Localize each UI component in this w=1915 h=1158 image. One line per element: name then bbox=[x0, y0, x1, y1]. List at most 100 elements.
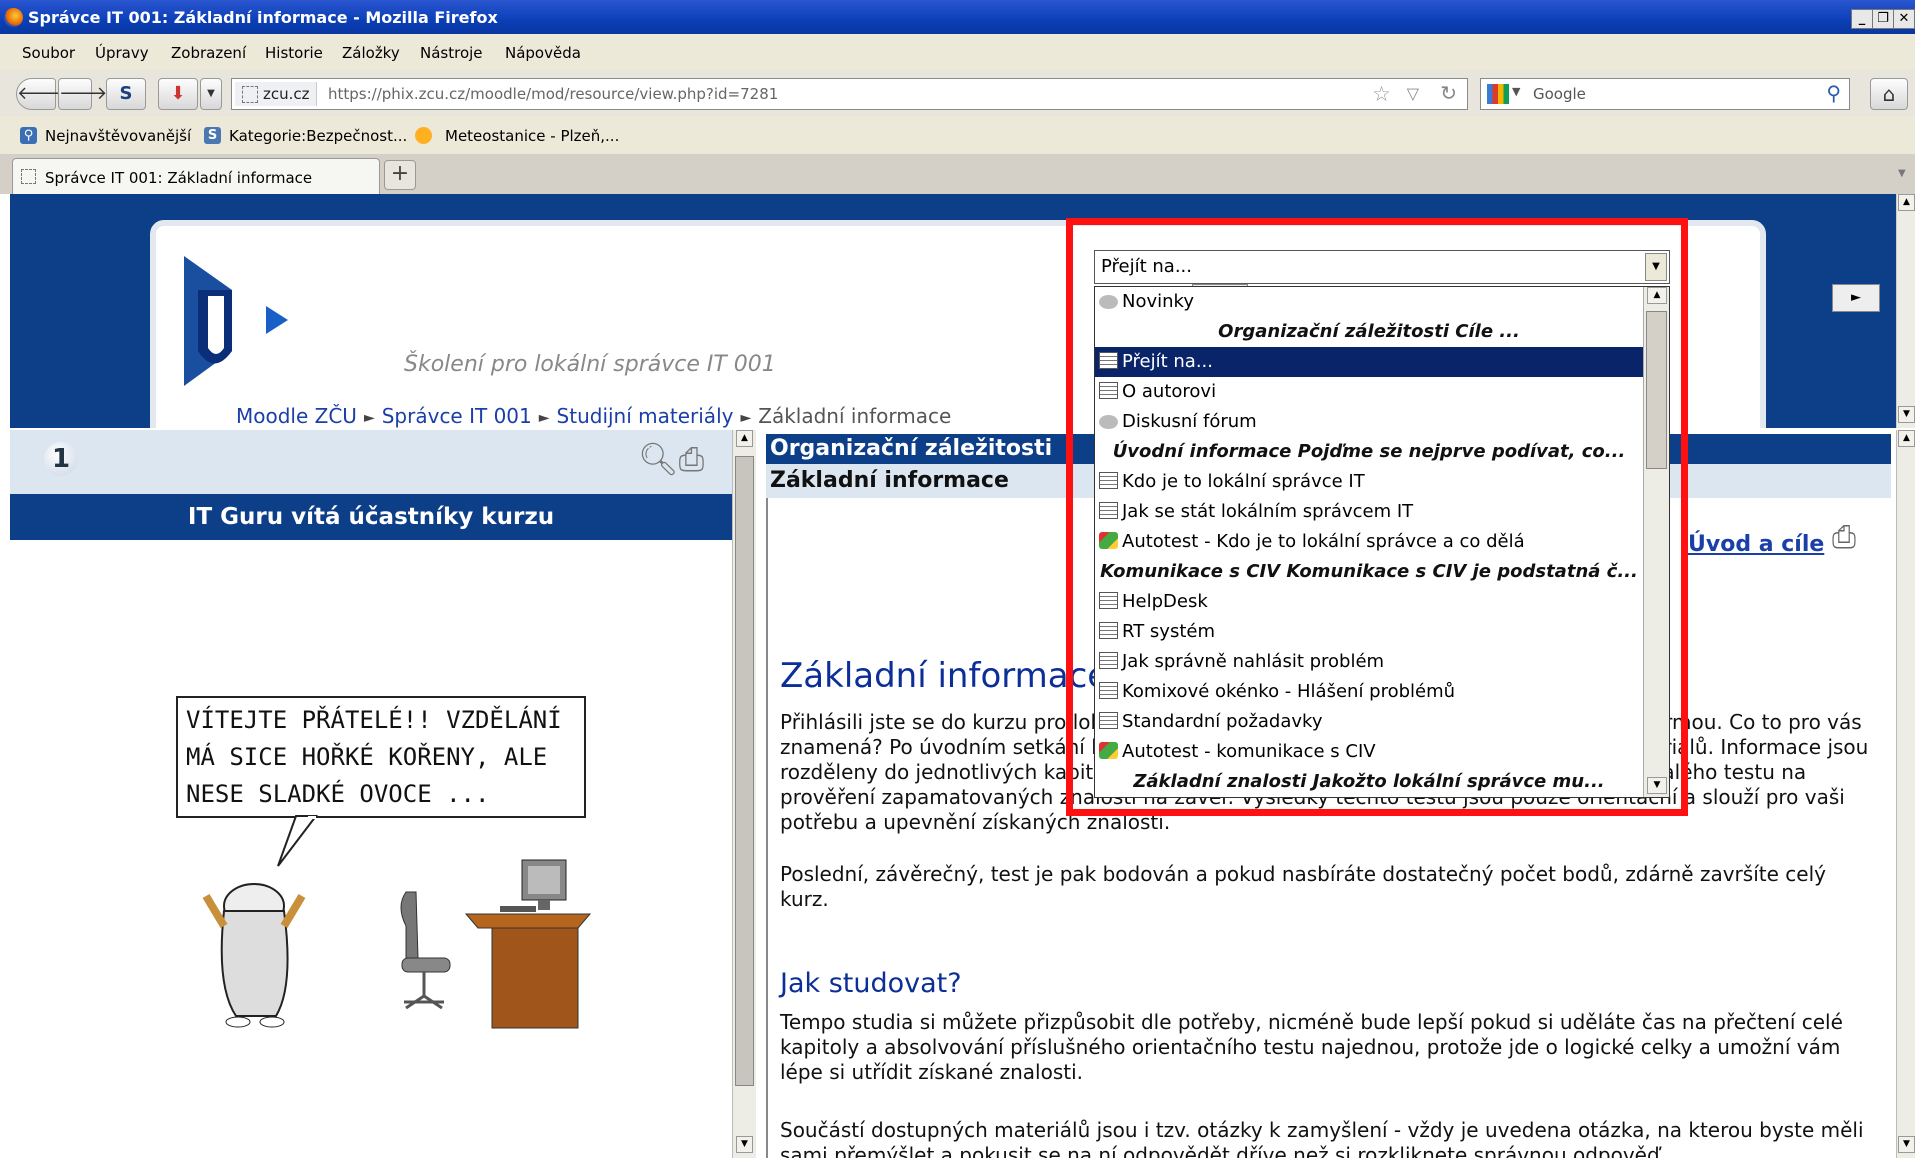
scroll-up-icon[interactable]: ▲ bbox=[736, 430, 753, 447]
menu-bar: Soubor Úpravy Zobrazení Historie Záložky… bbox=[0, 34, 1915, 70]
jump-to-selected-value: Přejít na... bbox=[1101, 256, 1193, 277]
tab-label: Správce IT 001: Základní informace bbox=[45, 169, 313, 187]
dropdown-option[interactable]: Jak správně nahlásit problém bbox=[1095, 647, 1643, 677]
sun-icon bbox=[415, 127, 432, 144]
google-logo-icon[interactable] bbox=[1487, 84, 1509, 104]
bookmark-meteostanice[interactable]: Meteostanice - Plzeň,... bbox=[445, 127, 619, 145]
scroll-up-icon[interactable]: ▲ bbox=[1898, 194, 1915, 211]
page-favicon-icon bbox=[21, 169, 36, 184]
dropdown-section-header: Základní znalosti Jakožto lokální správc… bbox=[1095, 767, 1643, 797]
zcu-logo-icon bbox=[184, 256, 288, 386]
questions-paragraph: Součástí dostupných materiálů jsou i tzv… bbox=[780, 1118, 1864, 1158]
dropdown-option[interactable]: Kdo je to lokální správce IT bbox=[1095, 467, 1643, 497]
block-number: 1 bbox=[44, 442, 78, 476]
dropdown-scrollbar[interactable]: ▲ ▼ bbox=[1643, 287, 1669, 797]
menu-historie[interactable]: Historie bbox=[265, 44, 323, 62]
page-icon bbox=[1099, 352, 1118, 369]
url-bar[interactable]: zcu.cz https://phix.zcu.cz/moodle/mod/re… bbox=[231, 78, 1468, 110]
welcome-comic: VÍTEJTE PŘÁTELÉ!! VZDĚLÁNÍ MÁ SICE HOŘKÉ… bbox=[166, 696, 592, 1036]
dropdown-option-label: O autorovi bbox=[1122, 381, 1217, 402]
menu-nastroje[interactable]: Nástroje bbox=[420, 44, 483, 62]
menu-napoveda[interactable]: Nápověda bbox=[505, 44, 581, 62]
search-placeholder[interactable]: Google bbox=[1533, 85, 1586, 103]
breadcrumb-course[interactable]: Správce IT 001 bbox=[382, 404, 532, 428]
welcome-heading: IT Guru vítá účastníky kurzu bbox=[10, 494, 732, 540]
dropdown-option[interactable]: Novinky bbox=[1095, 287, 1643, 317]
menu-upravy[interactable]: Úpravy bbox=[95, 44, 149, 62]
breadcrumb-moodle[interactable]: Moodle ZČU bbox=[236, 404, 357, 428]
tab-list-icon[interactable]: ▼ bbox=[1898, 168, 1906, 179]
next-activity-button[interactable]: ► bbox=[1832, 284, 1880, 312]
firefox-icon bbox=[4, 8, 23, 27]
download-dropdown[interactable]: ▼ bbox=[200, 78, 222, 110]
menu-soubor[interactable]: Soubor bbox=[22, 44, 75, 62]
minimize-button[interactable]: _ bbox=[1851, 9, 1873, 29]
dropdown-option[interactable]: Diskusní fórum bbox=[1095, 407, 1643, 437]
scroll-down-icon[interactable]: ▼ bbox=[736, 1136, 753, 1153]
back-button[interactable]: 🡐 bbox=[16, 78, 65, 110]
heading-how-to-study: Jak studovat? bbox=[780, 968, 962, 999]
dropdown-option[interactable]: Autotest - komunikace s CIV bbox=[1095, 737, 1643, 767]
breadcrumb-separator-icon: ► bbox=[538, 410, 550, 426]
dropdown-section-header: Komunikace s CIV Komunikace s CIV je pod… bbox=[1095, 557, 1643, 587]
menu-zobrazeni[interactable]: Zobrazení bbox=[171, 44, 246, 62]
new-tab-button[interactable]: + bbox=[384, 160, 416, 190]
scrollbar-thumb[interactable] bbox=[1646, 311, 1667, 469]
dropdown-option[interactable]: HelpDesk bbox=[1095, 587, 1643, 617]
forward-button[interactable]: 🡒 bbox=[58, 78, 107, 110]
reload-icon[interactable]: ↻ bbox=[1440, 81, 1457, 105]
study-tempo-paragraph: Tempo studia si můžete přizpůsobit dle p… bbox=[780, 1010, 1843, 1084]
print-icon[interactable]: ⎙ bbox=[1832, 520, 1856, 555]
dropdown-option[interactable]: Autotest - Kdo je to lokální správce a c… bbox=[1095, 527, 1643, 557]
forum-icon bbox=[1099, 295, 1118, 309]
dropdown-option[interactable]: Přejít na... bbox=[1095, 347, 1643, 377]
site-identity-badge[interactable]: zcu.cz bbox=[235, 82, 317, 106]
jump-to-dropdown-list: Novinky Organizační záležitosti Cíle ... P… bbox=[1094, 286, 1670, 798]
close-button[interactable]: ✕ bbox=[1893, 9, 1915, 29]
left-frame-scrollbar[interactable]: ▲ ▼ bbox=[732, 430, 756, 1158]
dropdown-option[interactable]: Komixové okénko - Hlášení problémů bbox=[1095, 677, 1643, 707]
menu-zalozky[interactable]: Záložky bbox=[342, 44, 400, 62]
chevron-down-icon: ▼ bbox=[207, 88, 215, 99]
breadcrumb-materials[interactable]: Studijní materiály bbox=[557, 404, 734, 428]
scrollbar-thumb[interactable] bbox=[735, 456, 754, 1086]
scroll-down-icon[interactable]: ▼ bbox=[1898, 1136, 1915, 1153]
download-icon: ⬇ bbox=[170, 83, 186, 104]
search-bar[interactable]: ▼ Google ⚲ bbox=[1480, 78, 1850, 110]
home-button[interactable]: ⌂ bbox=[1870, 78, 1908, 110]
jump-to-select[interactable]: Přejít na... ▼ bbox=[1094, 250, 1670, 284]
chevron-down-icon[interactable]: ▼ bbox=[1645, 253, 1667, 281]
dropdown-option[interactable]: O autorovi bbox=[1095, 377, 1643, 407]
page-icon bbox=[1099, 382, 1118, 399]
bookmark-kategorie[interactable]: Kategorie:Bezpečnost... bbox=[229, 127, 407, 145]
scroll-down-icon[interactable]: ▼ bbox=[1647, 777, 1667, 794]
bookmark-most-visited[interactable]: Nejnavštěvovanější bbox=[45, 127, 191, 145]
download-button[interactable]: ⬇ bbox=[158, 78, 198, 110]
maximize-button[interactable]: ❐ bbox=[1872, 9, 1894, 29]
engine-dropdown-icon[interactable]: ▼ bbox=[1512, 85, 1520, 98]
scroll-down-icon[interactable]: ▼ bbox=[1898, 406, 1915, 423]
scroll-up-icon[interactable]: ▲ bbox=[1647, 287, 1667, 304]
breadcrumb-current: Základní informace bbox=[758, 404, 952, 428]
dropdown-option-label: Jak se stát lokálním správcem IT bbox=[1122, 501, 1414, 522]
url-text[interactable]: https://phix.zcu.cz/moodle/mod/resource/… bbox=[328, 85, 778, 103]
scroll-up-icon[interactable]: ▲ bbox=[1898, 430, 1915, 447]
zoom-print-tools-icon[interactable]: 🔍︎⎙ bbox=[638, 440, 704, 479]
left-frame: 1 🔍︎⎙ IT Guru vítá účastníky kurzu VÍTEJ… bbox=[10, 430, 732, 1158]
uvod-a-cile-link[interactable]: Úvod a cíle bbox=[1688, 532, 1824, 557]
top-frame-scrollbar[interactable]: ▲ ▼ bbox=[1896, 194, 1915, 428]
dropdown-option[interactable]: RT systém bbox=[1095, 617, 1643, 647]
url-history-dropdown-icon[interactable]: ▽ bbox=[1407, 84, 1419, 103]
breadcrumb-separator-icon: ► bbox=[363, 410, 375, 426]
navigation-toolbar: 🡐 🡒 S ⬇ ▼ zcu.cz https://phix.zcu.cz/moo… bbox=[0, 70, 1915, 116]
tab-zakladni-informace[interactable]: Správce IT 001: Základní informace bbox=[12, 158, 380, 194]
content-frame-scrollbar[interactable]: ▲ ▼ bbox=[1896, 430, 1915, 1158]
sync-s-button[interactable]: S bbox=[106, 78, 146, 110]
dropdown-option[interactable]: Jak se stát lokálním správcem IT bbox=[1095, 497, 1643, 527]
dropdown-option-label: RT systém bbox=[1122, 621, 1215, 642]
dropdown-option[interactable]: Standardní požadavky bbox=[1095, 707, 1643, 737]
search-icon[interactable]: ⚲ bbox=[1826, 81, 1841, 105]
page-icon bbox=[1099, 472, 1118, 489]
bookmark-star-icon[interactable]: ☆ bbox=[1372, 82, 1391, 106]
bookmarks-bar: ⚲ Nejnavštěvovanější S Kategorie:Bezpečn… bbox=[0, 116, 1915, 154]
